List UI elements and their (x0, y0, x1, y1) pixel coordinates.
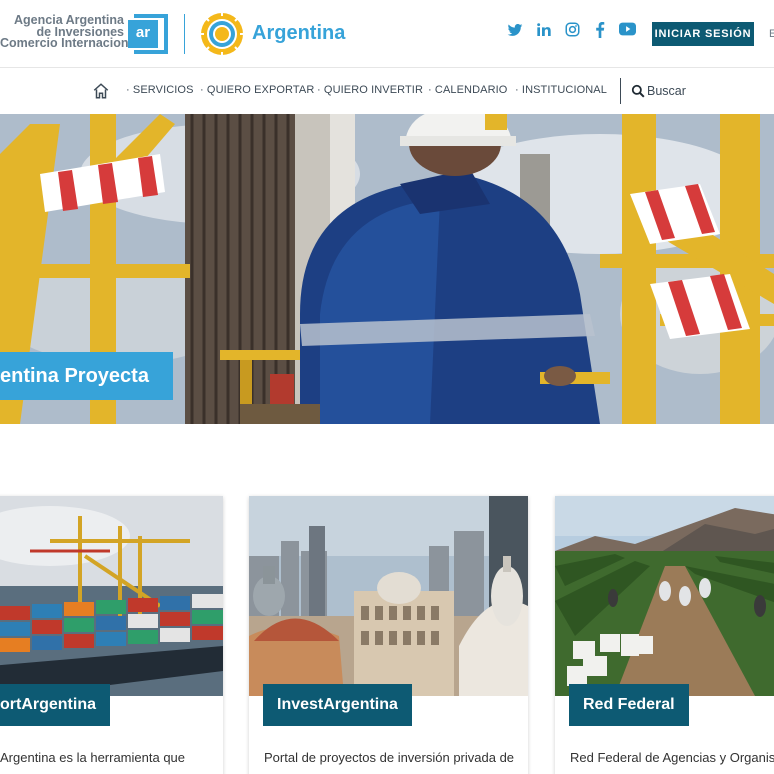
search-label[interactable]: Buscar (647, 84, 686, 98)
nav-item-institucional[interactable]: · INSTITUCIONAL (515, 84, 607, 96)
hero-banner[interactable]: entina Proyecta (0, 114, 774, 424)
card-title-red-federal[interactable]: Red Federal (569, 684, 689, 726)
logo-divider (184, 14, 185, 54)
linkedin-icon[interactable] (536, 22, 552, 44)
card-text-exportargentina: Argentina es la herramienta que (0, 750, 186, 765)
agency-name[interactable]: Agencia Argentina de Inversiones Comerci… (0, 14, 139, 50)
search-icon[interactable] (631, 84, 645, 98)
instagram-icon[interactable] (565, 22, 580, 44)
main-navigation: · SERVICIOS · QUIERO EXPORTAR · QUIERO I… (0, 68, 774, 114)
hero-caption[interactable]: entina Proyecta (0, 352, 173, 400)
card-title-investargentina[interactable]: InvestArgentina (263, 684, 412, 726)
nav-item-quiero-exportar[interactable]: · QUIERO EXPORTAR (200, 84, 314, 96)
home-icon[interactable] (92, 82, 110, 100)
card-title-exportargentina[interactable]: ortArgentina (0, 684, 110, 726)
card-text-red-federal: Red Federal de Agencias y Organism (570, 750, 774, 765)
card-investargentina[interactable]: InvestArgentina Portal de proyectos de i… (249, 496, 528, 774)
country-label[interactable]: Argentina (252, 22, 345, 45)
card-image-city (249, 496, 528, 696)
language-selector[interactable]: E (769, 28, 774, 40)
login-button[interactable]: INICIAR SESIÓN (652, 22, 754, 46)
card-exportargentina[interactable]: ortArgentina Argentina es la herramienta… (0, 496, 223, 774)
facebook-icon[interactable] (594, 22, 606, 44)
agency-line-3: Comercio Internacional (0, 36, 139, 50)
twitter-icon[interactable] (507, 22, 523, 44)
sun-logo-icon[interactable] (198, 10, 246, 58)
card-text-investargentina: Portal de proyectos de inversión privada… (264, 750, 515, 765)
nav-item-servicios[interactable]: · SERVICIOS (126, 84, 194, 96)
logo-ar-mark: ar (128, 20, 158, 48)
card-red-federal[interactable]: Red Federal Red Federal de Agencias y Or… (555, 496, 774, 774)
card-image-vineyard (555, 496, 774, 696)
youtube-icon[interactable] (619, 22, 636, 44)
card-image-port (0, 496, 223, 696)
nav-item-calendario[interactable]: · CALENDARIO (428, 84, 507, 96)
nav-divider (620, 78, 621, 104)
nav-item-quiero-invertir[interactable]: · QUIERO INVERTIR (317, 84, 423, 96)
agency-logo[interactable]: ar (128, 14, 170, 54)
site-header: Agencia Argentina de Inversiones Comerci… (0, 0, 774, 68)
